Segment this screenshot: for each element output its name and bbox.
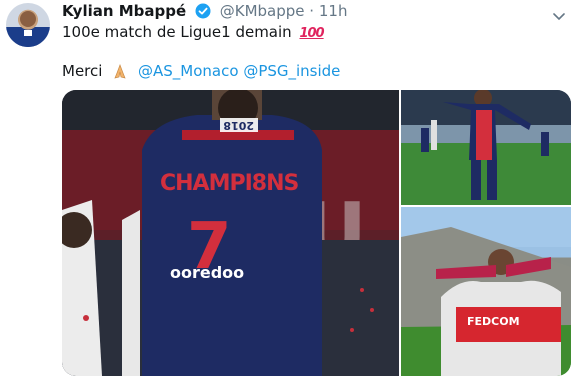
mention-psg-link[interactable]: @PSG_inside bbox=[243, 62, 340, 80]
photo-champions-jersey[interactable]: U 2018 CHAMPI8NS 7 ooredoo bbox=[62, 90, 399, 376]
mention-as-monaco-link[interactable]: @AS_Monaco bbox=[138, 62, 239, 80]
hundred-points-emoji: 100 bbox=[299, 26, 324, 41]
tweet-text-thanks: Merci bbox=[62, 62, 103, 80]
tweet-text: 100e match de Ligue1 demain bbox=[62, 23, 292, 41]
shirt-sponsor: ooredoo bbox=[170, 263, 244, 282]
tweet-card[interactable]: Kylian Mbappé @KMbappe · 11h 100e match … bbox=[0, 0, 576, 377]
verified-badge-icon bbox=[195, 3, 211, 24]
author-handle[interactable]: @KMbappe bbox=[220, 2, 305, 20]
author-name[interactable]: Kylian Mbappé bbox=[62, 2, 186, 20]
collar-text: 2018 bbox=[223, 119, 254, 132]
folded-hands-emoji bbox=[111, 63, 129, 79]
media-gallery: U 2018 CHAMPI8NS 7 ooredoo FEDCOM bbox=[62, 90, 571, 376]
author-avatar[interactable] bbox=[6, 3, 50, 47]
photo-monaco-boots[interactable]: FEDCOM bbox=[401, 207, 571, 376]
tweet-header: Kylian Mbappé @KMbappe · 11h bbox=[62, 1, 347, 21]
chevron-down-icon[interactable] bbox=[553, 6, 565, 25]
tweet-text-line-1: 100e match de Ligue1 demain 100 bbox=[62, 22, 325, 44]
monaco-shirt-sponsor: FEDCOM bbox=[467, 315, 520, 328]
shirt-name: CHAMPI8NS bbox=[160, 171, 299, 196]
tweet-text-line-2: Merci @AS_Monaco @PSG_inside bbox=[62, 61, 340, 81]
photo-celebration[interactable] bbox=[401, 90, 571, 205]
tweet-timestamp[interactable]: 11h bbox=[319, 2, 348, 20]
separator-dot: · bbox=[309, 2, 315, 20]
